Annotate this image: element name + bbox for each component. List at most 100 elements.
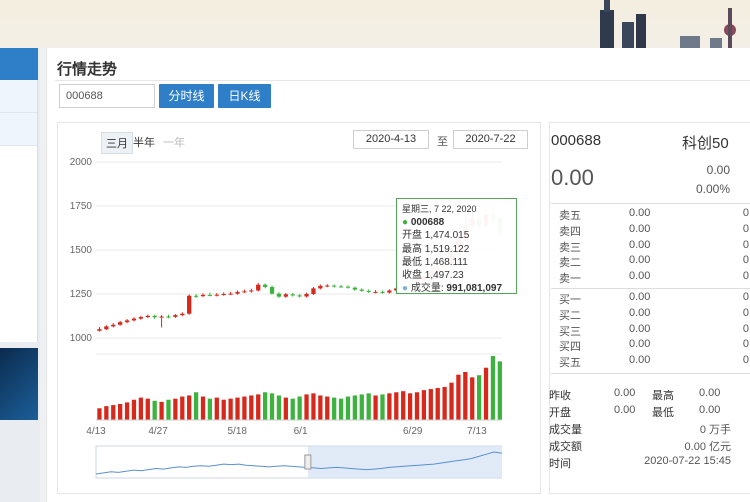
low-value: 0.00	[699, 404, 721, 416]
amount-value: 0.00 亿元	[684, 441, 731, 453]
volume-bar	[118, 404, 123, 420]
x-tick-label: 4/27	[148, 426, 168, 437]
y-tick-label: 1000	[70, 333, 93, 344]
ask-row: 卖二 0.00 0	[559, 254, 749, 270]
volume-bar	[352, 395, 358, 420]
quote-divider	[551, 203, 750, 204]
candle-body	[118, 322, 123, 325]
volume-bar	[373, 395, 378, 420]
volume-bar	[456, 374, 461, 420]
bid-book: 买一 0.00 0 买二 0.00 0 买三 0.00 0 买四 0.00 0 买五 0.00 0	[551, 291, 750, 370]
candle-body	[283, 294, 288, 297]
candle-body	[304, 294, 309, 297]
time-value: 2020-07-22 15:45	[644, 455, 731, 467]
amount-label: 成交额	[549, 441, 582, 453]
volume-bar	[124, 402, 130, 420]
candle-body	[111, 324, 116, 327]
bid-row: 买二 0.00 0	[559, 306, 749, 322]
open-value: 0.00	[614, 404, 636, 416]
volume-bar	[414, 392, 420, 420]
volume-bar	[221, 399, 226, 420]
volume-bar	[332, 397, 337, 420]
volume-bar	[290, 398, 295, 420]
ask-row: 卖四 0.00 0	[559, 222, 749, 238]
bid-row: 买五 0.00 0	[559, 354, 749, 370]
candle-body	[97, 329, 102, 331]
quote-stats: 昨收 0.00 最高 0.00 开盘 0.00 最低 0.00 成交量 0 万手 成交额 0.0…	[549, 387, 749, 472]
candle-body	[193, 295, 199, 297]
volume-bar	[490, 356, 496, 420]
candle-body	[187, 295, 192, 314]
y-tick-label: 1750	[70, 201, 93, 212]
candle-body	[200, 294, 206, 297]
volume-bar	[421, 390, 427, 420]
volume-bar	[166, 399, 171, 420]
candle-body	[124, 320, 130, 323]
volume-bar	[173, 398, 178, 420]
prev-close-value: 0.00	[614, 387, 636, 399]
volume-bar	[325, 396, 330, 420]
volume-bar	[304, 394, 309, 420]
candle-body	[214, 294, 219, 296]
candle-body	[325, 285, 330, 287]
candle-body	[145, 315, 150, 318]
bid-row: 买三 0.00 0	[559, 322, 749, 338]
volume-bar	[214, 397, 219, 420]
volume-bar	[207, 398, 213, 420]
candle-body	[387, 290, 392, 293]
volume-bar	[401, 391, 406, 420]
volume-bar	[366, 393, 371, 420]
quote-name: 科创50	[682, 135, 729, 152]
quote-code: 000688	[551, 132, 602, 149]
x-tick-label: 7/13	[467, 426, 487, 437]
volume-bar	[407, 393, 413, 420]
volume-bar	[470, 377, 475, 420]
volume-bar	[276, 395, 282, 420]
volume-bar	[269, 393, 275, 420]
left-nav-active-tab[interactable]	[0, 48, 38, 80]
tooltip-open: 开盘 1,474.015	[402, 230, 470, 242]
candle-body	[345, 286, 351, 288]
volume-bar	[476, 375, 482, 420]
left-nav-panel	[0, 80, 38, 342]
tooltip-volume: ● 成交量: 991,081,097	[402, 283, 503, 295]
candle-body	[332, 285, 337, 287]
candle-body	[180, 313, 185, 316]
ask-row: 卖一 0.00 0	[559, 270, 749, 286]
tooltip-low: 最低 1,468.111	[402, 256, 468, 268]
tooltip-code: ● 000688	[402, 217, 445, 229]
candle-body	[104, 326, 109, 330]
x-tick-label: 4/13	[86, 426, 106, 437]
high-label: 最高	[652, 390, 674, 402]
volume-bar	[200, 396, 206, 420]
x-tick-label: 6/29	[403, 426, 423, 437]
volume-bar	[249, 395, 254, 420]
left-nav-item[interactable]	[0, 113, 37, 146]
tooltip-date: 星期三, 7 22, 2020	[402, 204, 477, 214]
volume-bar	[262, 392, 268, 420]
candle-body	[207, 294, 213, 296]
left-nav-item[interactable]	[0, 80, 37, 113]
candle-body	[269, 286, 275, 294]
volume-bar	[256, 394, 261, 420]
volume-bar	[97, 408, 102, 420]
candle-body	[173, 315, 178, 317]
volume-bar	[394, 392, 399, 420]
volume-bar	[359, 394, 364, 420]
time-label: 时间	[549, 458, 571, 470]
candle-body	[318, 285, 323, 289]
left-banner-ad[interactable]	[0, 348, 38, 420]
ask-row: 卖三 0.00 0	[559, 238, 749, 254]
volume-bar	[152, 400, 157, 420]
volume-bar	[311, 393, 316, 420]
volume-bar	[145, 398, 150, 420]
candle-tooltip: 星期三, 7 22, 2020 ● 000688 开盘 1,474.015 最高…	[396, 198, 517, 294]
volume-bar	[463, 372, 468, 420]
high-value: 0.00	[699, 387, 721, 399]
y-tick-label: 1500	[70, 245, 93, 256]
candle-body	[366, 290, 371, 292]
navigator-handle-left[interactable]	[304, 454, 312, 470]
volume-bar	[283, 397, 288, 420]
skyline-banner	[600, 0, 736, 48]
candle-body	[235, 291, 240, 294]
